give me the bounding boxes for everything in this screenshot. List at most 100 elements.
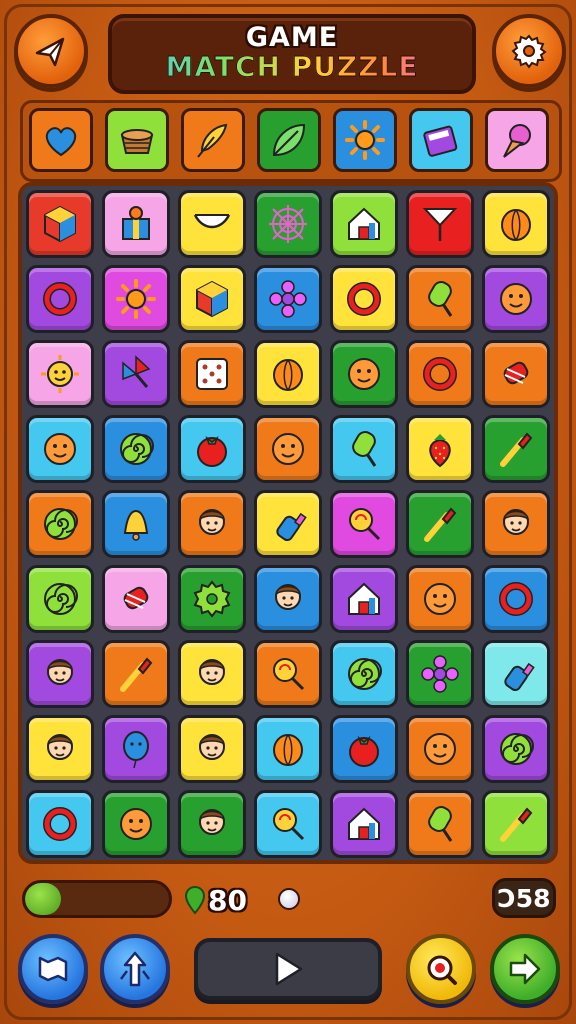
collection-tile-basket <box>105 108 169 172</box>
board-tile[interactable] <box>26 490 94 558</box>
board-tile[interactable] <box>254 490 322 558</box>
collection-tile-leaf <box>257 108 321 172</box>
board-tile[interactable] <box>102 190 170 258</box>
board-tile[interactable] <box>482 340 550 408</box>
brush-icon <box>500 432 533 467</box>
person-icon <box>503 509 529 535</box>
map-icon <box>38 956 68 982</box>
gear-icon <box>193 580 231 618</box>
board-tile[interactable] <box>254 190 322 258</box>
collection-tile-feather <box>181 108 245 172</box>
board-tile[interactable] <box>406 715 474 783</box>
board-tile[interactable] <box>102 415 170 483</box>
heart-icon <box>45 127 77 157</box>
board-tile[interactable] <box>178 490 246 558</box>
collection-tile-ice-cream <box>485 108 549 172</box>
settings-button[interactable] <box>492 14 566 88</box>
board-tile[interactable] <box>26 190 94 258</box>
board-tile[interactable] <box>406 565 474 633</box>
board-tile[interactable] <box>330 415 398 483</box>
search-button[interactable] <box>406 934 476 1004</box>
board-tile[interactable] <box>26 340 94 408</box>
board-tile[interactable] <box>330 340 398 408</box>
person-icon <box>199 509 225 535</box>
hammock-icon <box>193 214 231 229</box>
board-tile[interactable] <box>26 640 94 708</box>
board-tile[interactable] <box>26 265 94 333</box>
ice-cream-icon <box>503 124 531 158</box>
board-tile[interactable] <box>26 790 94 858</box>
board-tile[interactable] <box>406 340 474 408</box>
board-tile[interactable] <box>178 340 246 408</box>
board-tile[interactable] <box>330 565 398 633</box>
plane-button[interactable] <box>14 14 88 88</box>
brush-icon <box>424 507 457 542</box>
board-tile[interactable] <box>482 415 550 483</box>
person-icon <box>199 734 225 760</box>
board-tile[interactable] <box>254 340 322 408</box>
board-tile[interactable] <box>330 190 398 258</box>
next-button[interactable] <box>490 934 560 1004</box>
board-tile[interactable] <box>178 715 246 783</box>
ring-icon <box>499 582 533 616</box>
board-tile[interactable] <box>178 190 246 258</box>
candy-icon <box>503 361 529 385</box>
pin-icon <box>184 885 206 915</box>
board-tile[interactable] <box>26 415 94 483</box>
bell-icon <box>123 509 149 541</box>
board-tile[interactable] <box>254 715 322 783</box>
board-tile[interactable] <box>102 640 170 708</box>
board-tile[interactable] <box>406 265 474 333</box>
board-tile[interactable] <box>330 640 398 708</box>
board-tile[interactable] <box>482 790 550 858</box>
board-tile[interactable] <box>482 640 550 708</box>
board-tile[interactable] <box>102 715 170 783</box>
board-tile[interactable] <box>482 715 550 783</box>
person-icon <box>199 659 225 685</box>
board-tile[interactable] <box>254 640 322 708</box>
board-tile[interactable] <box>406 415 474 483</box>
board-tile[interactable] <box>102 790 170 858</box>
dice-icon <box>196 358 228 390</box>
person-icon <box>199 809 225 835</box>
board-tile[interactable] <box>330 790 398 858</box>
board-tile[interactable] <box>102 490 170 558</box>
sun-face-icon <box>41 355 79 393</box>
board-tile[interactable] <box>482 565 550 633</box>
board-tile[interactable] <box>254 265 322 333</box>
board-tile[interactable] <box>482 190 550 258</box>
bottle-icon <box>276 512 307 542</box>
board-tile[interactable] <box>178 265 246 333</box>
house-icon <box>348 807 380 840</box>
next-icon <box>509 953 541 985</box>
board-tile[interactable] <box>406 190 474 258</box>
board-tile[interactable] <box>330 490 398 558</box>
board-tile[interactable] <box>254 790 322 858</box>
board-tile[interactable] <box>254 565 322 633</box>
map-button[interactable] <box>18 934 88 1004</box>
board-tile[interactable] <box>482 265 550 333</box>
arrows-button[interactable] <box>100 934 170 1004</box>
board-tile[interactable] <box>254 415 322 483</box>
board-tile[interactable] <box>178 640 246 708</box>
board-tile[interactable] <box>178 415 246 483</box>
board-tile[interactable] <box>406 640 474 708</box>
board-tile[interactable] <box>406 490 474 558</box>
board-tile[interactable] <box>330 715 398 783</box>
board-tile[interactable] <box>102 340 170 408</box>
title-line-game: GAME <box>245 22 339 53</box>
board-tile[interactable] <box>178 565 246 633</box>
board-tile[interactable] <box>26 715 94 783</box>
board-tile[interactable] <box>26 565 94 633</box>
play-button[interactable] <box>194 938 382 1000</box>
board-tile[interactable] <box>102 565 170 633</box>
cube-icon <box>44 205 76 243</box>
brush-icon <box>500 807 533 842</box>
board-tile[interactable] <box>482 490 550 558</box>
board-tile[interactable] <box>102 265 170 333</box>
board-tile[interactable] <box>178 790 246 858</box>
feather-icon <box>197 123 228 158</box>
board-tile[interactable] <box>330 265 398 333</box>
board-tile[interactable] <box>406 790 474 858</box>
balloon-icon <box>123 731 149 769</box>
